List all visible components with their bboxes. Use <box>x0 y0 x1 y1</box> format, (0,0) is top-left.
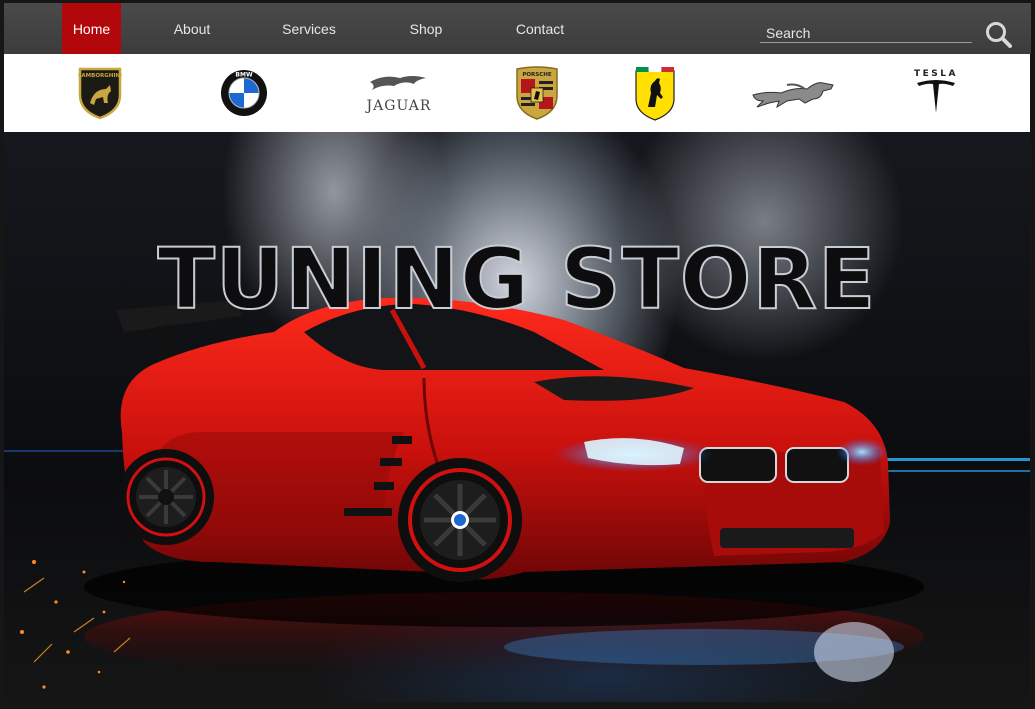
jaguar-logo[interactable]: JAGUAR <box>360 62 438 124</box>
tesla-logo[interactable]: TESLA <box>908 62 964 124</box>
porsche-logo[interactable]: PORSCHE <box>512 62 562 124</box>
search-input[interactable] <box>760 17 972 42</box>
nav-shop-label: Shop <box>409 20 443 37</box>
bmw-logo[interactable]: BMW <box>218 62 270 124</box>
nav-shop[interactable]: Shop <box>402 3 450 54</box>
top-navbar: Home About Services Shop Contact <box>4 3 1031 54</box>
ferrari-logo[interactable] <box>630 62 680 124</box>
nav-home-label: Home <box>72 20 111 37</box>
nav-services[interactable]: Services <box>274 3 344 54</box>
nav-home[interactable]: Home <box>62 3 121 54</box>
hero-banner: TUNING STORE <box>4 132 1030 702</box>
search-box <box>760 17 972 43</box>
sports-car-illustration <box>4 297 1030 689</box>
svg-text:TESLA: TESLA <box>914 69 958 79</box>
svg-text:LAMBORGHINI: LAMBORGHINI <box>78 73 122 79</box>
nav-about[interactable]: About <box>164 3 220 54</box>
hero-title: TUNING STORE <box>157 229 877 329</box>
search-icon[interactable] <box>984 20 1014 50</box>
nav-services-label: Services <box>282 20 336 37</box>
svg-text:PORSCHE: PORSCHE <box>522 72 552 78</box>
mustang-logo[interactable] <box>746 62 840 124</box>
nav-contact[interactable]: Contact <box>508 3 572 54</box>
brand-logo-strip: LAMBORGHINI BMW JAGUAR PORSCHE TESLA <box>4 54 1030 132</box>
nav-contact-label: Contact <box>515 20 565 37</box>
svg-text:BMW: BMW <box>235 72 253 79</box>
page: Home About Services Shop Contact LAMBORG… <box>0 0 1035 709</box>
nav-about-label: About <box>173 20 211 37</box>
lamborghini-logo[interactable]: LAMBORGHINI <box>74 62 126 124</box>
svg-text:JAGUAR: JAGUAR <box>365 98 432 114</box>
